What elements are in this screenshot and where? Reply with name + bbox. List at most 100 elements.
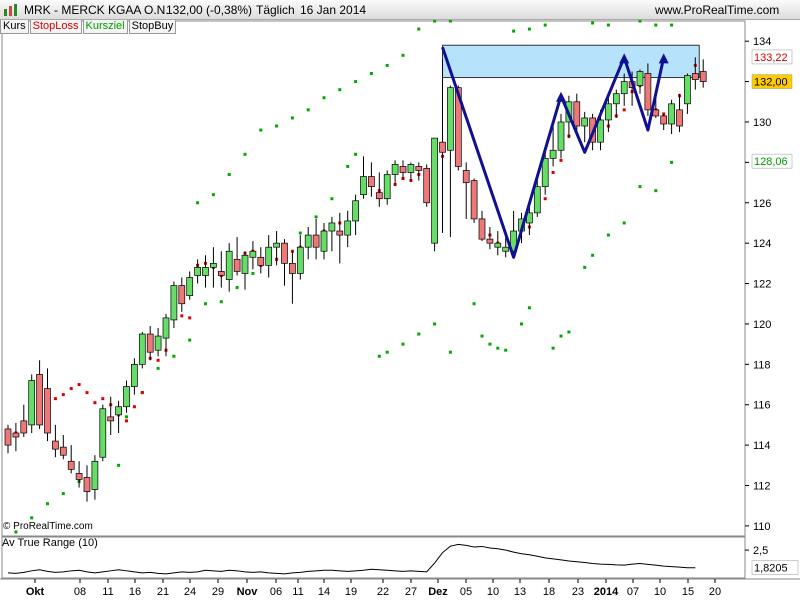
candle-body — [360, 176, 367, 196]
legend-stoploss[interactable]: StopLoss — [29, 20, 82, 34]
stopbuy-dot — [322, 96, 326, 100]
stopbuy-dot — [290, 116, 294, 120]
x-tick-label: 11 — [102, 586, 113, 598]
site-label: www.ProRealTime.com — [655, 3, 780, 17]
candle-body — [281, 242, 288, 264]
x-tick-label: 21 — [157, 586, 169, 598]
candle-body — [225, 250, 233, 280]
kursziel-dot — [559, 334, 563, 338]
candle-body — [336, 230, 344, 236]
candle-body — [146, 333, 154, 353]
candle-body — [265, 246, 273, 266]
candle-body — [597, 119, 604, 143]
stopbuy-dot — [401, 53, 405, 57]
candle-body — [138, 333, 146, 365]
candle-body — [4, 428, 12, 446]
candle-body — [194, 267, 201, 276]
candle-body — [352, 200, 359, 222]
stopbuy-dot — [591, 21, 595, 25]
kursziel-dot — [567, 330, 571, 334]
candle-body — [407, 164, 415, 173]
atr-title: Av True Range (10) — [2, 537, 98, 549]
x-tick-label: Okt — [26, 586, 45, 598]
x-tick-label: 24 — [184, 586, 196, 598]
x-tick-label: 05 — [460, 586, 472, 598]
candle-body — [668, 103, 675, 125]
kursziel-dot — [46, 502, 49, 506]
stopbuy-dot — [259, 128, 263, 132]
kursziel-dot — [654, 189, 658, 193]
kursziel-dot — [172, 354, 176, 358]
stopbuy-dot — [512, 29, 516, 33]
kursziel-dot — [448, 350, 452, 354]
candle-body — [296, 246, 304, 274]
copyright-label: © ProRealTime.com — [3, 521, 93, 532]
stopbuy-dot — [211, 193, 215, 197]
candle-body — [28, 380, 36, 426]
candle-body — [439, 141, 446, 153]
stoploss-dot — [85, 391, 89, 395]
x-tick-label: Dez — [428, 586, 448, 598]
x-tick-label: 2014 — [594, 586, 619, 598]
stopbuy-dot — [527, 27, 531, 31]
atr-panel: 2,5 1,8205 — [1, 536, 799, 579]
kursziel-dot — [377, 354, 381, 358]
candle-body — [202, 267, 209, 276]
kursziel-dot — [330, 197, 334, 201]
y-tick-label: 134 — [753, 36, 771, 48]
kursziel-dot — [480, 334, 484, 338]
kursziel-dot — [219, 300, 223, 304]
stopbuy-dot — [275, 124, 279, 128]
stopbuy-dot — [385, 63, 389, 67]
stoploss-dot — [156, 358, 160, 362]
stoploss-dot — [543, 197, 547, 201]
kursziel-dot — [298, 231, 302, 235]
candle-body — [344, 220, 352, 236]
candle-body — [581, 117, 589, 127]
stopbuy-dot — [196, 201, 200, 205]
x-tick-label: 19 — [345, 586, 357, 598]
stopbuy-dot — [227, 172, 231, 176]
candle-body — [59, 446, 67, 456]
y-tick-label: 112 — [753, 481, 771, 493]
kursziel-dot — [354, 152, 358, 156]
legend-stopbuy[interactable]: StopBuy — [128, 20, 177, 34]
period-label: Täglich — [256, 3, 295, 17]
kursziel-dot — [583, 265, 587, 269]
candle-body — [573, 101, 581, 127]
legend-kurs[interactable]: Kurs — [0, 20, 29, 34]
kursziel-dot — [401, 342, 405, 346]
kursziel-dot — [472, 302, 476, 306]
stoploss-dot — [77, 383, 81, 387]
candle-body — [636, 71, 644, 86]
legend-kursziel[interactable]: Kursziel — [82, 20, 128, 34]
kursziel-dot — [606, 233, 610, 237]
kursziel-dot — [551, 346, 555, 350]
candle-body — [44, 388, 51, 434]
candle-body — [320, 230, 328, 252]
candle-body — [20, 420, 28, 434]
x-tick-label: 20 — [709, 586, 721, 598]
candle-body — [178, 285, 186, 305]
candle-body — [605, 103, 612, 121]
candle-body — [328, 222, 336, 232]
y-tick-label: 118 — [753, 359, 771, 371]
candle-body — [107, 416, 115, 422]
candle-body — [478, 218, 486, 240]
candle-body — [289, 263, 296, 274]
candle-body — [676, 109, 683, 127]
candle-body — [699, 71, 707, 82]
kursziel-dot — [30, 516, 34, 520]
stopbuy-price-label: 133,22 — [754, 52, 788, 64]
last-price-label: 132,00 — [754, 77, 788, 89]
stopbuy-dot — [369, 72, 373, 76]
quote-label: 132,00 (-0,38%) — [166, 3, 253, 17]
kursziel-dot — [188, 338, 192, 342]
candle-body — [620, 81, 628, 95]
kursziel-dot — [117, 463, 121, 467]
candle-body — [470, 180, 478, 220]
candle-body — [83, 477, 91, 492]
x-tick-label: 22 — [377, 586, 389, 598]
candle-body — [684, 75, 691, 105]
candle-body — [123, 386, 130, 408]
